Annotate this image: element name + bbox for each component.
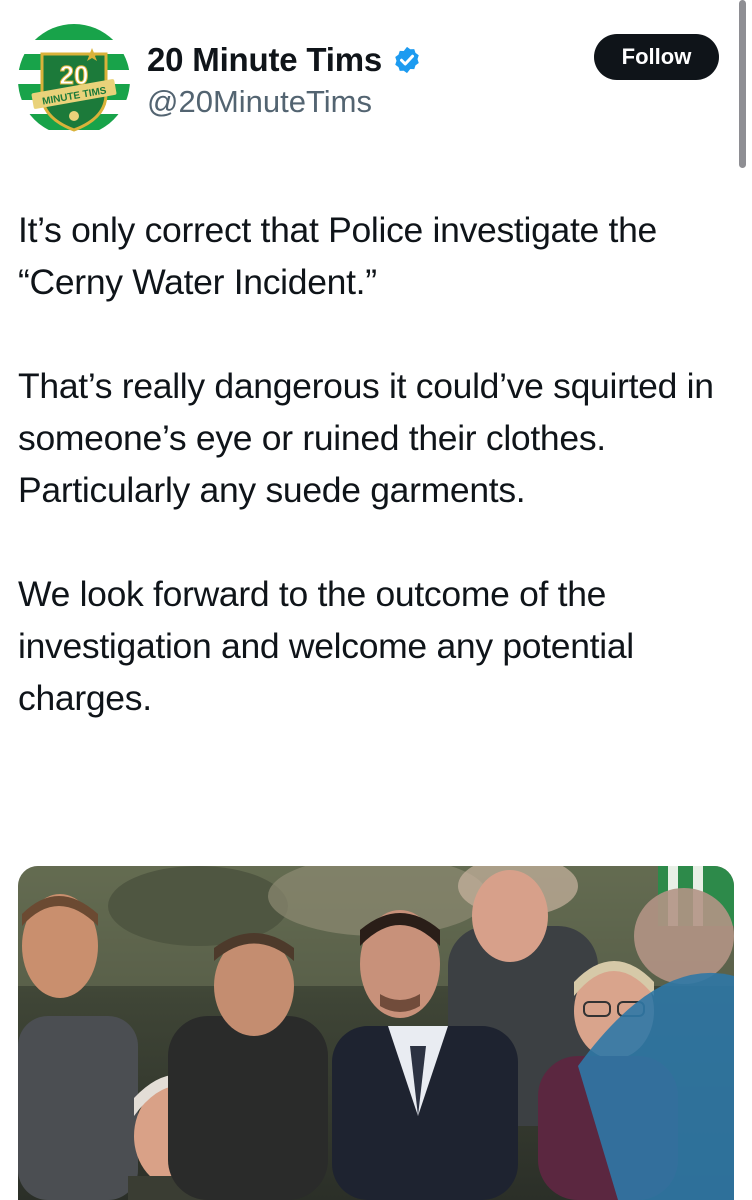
crowd-photo (18, 866, 734, 1200)
verified-badge-icon (395, 46, 419, 74)
name-row: 20 Minute Tims (147, 38, 422, 82)
tweet-text: It’s only correct that Police investigat… (18, 204, 734, 724)
tweet-paragraph: We look forward to the outcome of the in… (18, 574, 634, 718)
tweet-paragraph: That’s really dangerous it could’ve squi… (18, 366, 714, 510)
display-name[interactable]: 20 Minute Tims (147, 41, 382, 79)
tweet-media-image[interactable] (18, 866, 734, 1200)
tweet-paragraph: It’s only correct that Police investigat… (18, 210, 657, 302)
follow-button[interactable]: Follow (594, 34, 719, 80)
account-handle[interactable]: @20MinuteTims (147, 84, 372, 120)
avatar[interactable]: 20 MINUTE TIMS (18, 24, 130, 136)
club-crest-logo: 20 MINUTE TIMS (31, 48, 117, 132)
scrollbar[interactable] (739, 0, 746, 168)
